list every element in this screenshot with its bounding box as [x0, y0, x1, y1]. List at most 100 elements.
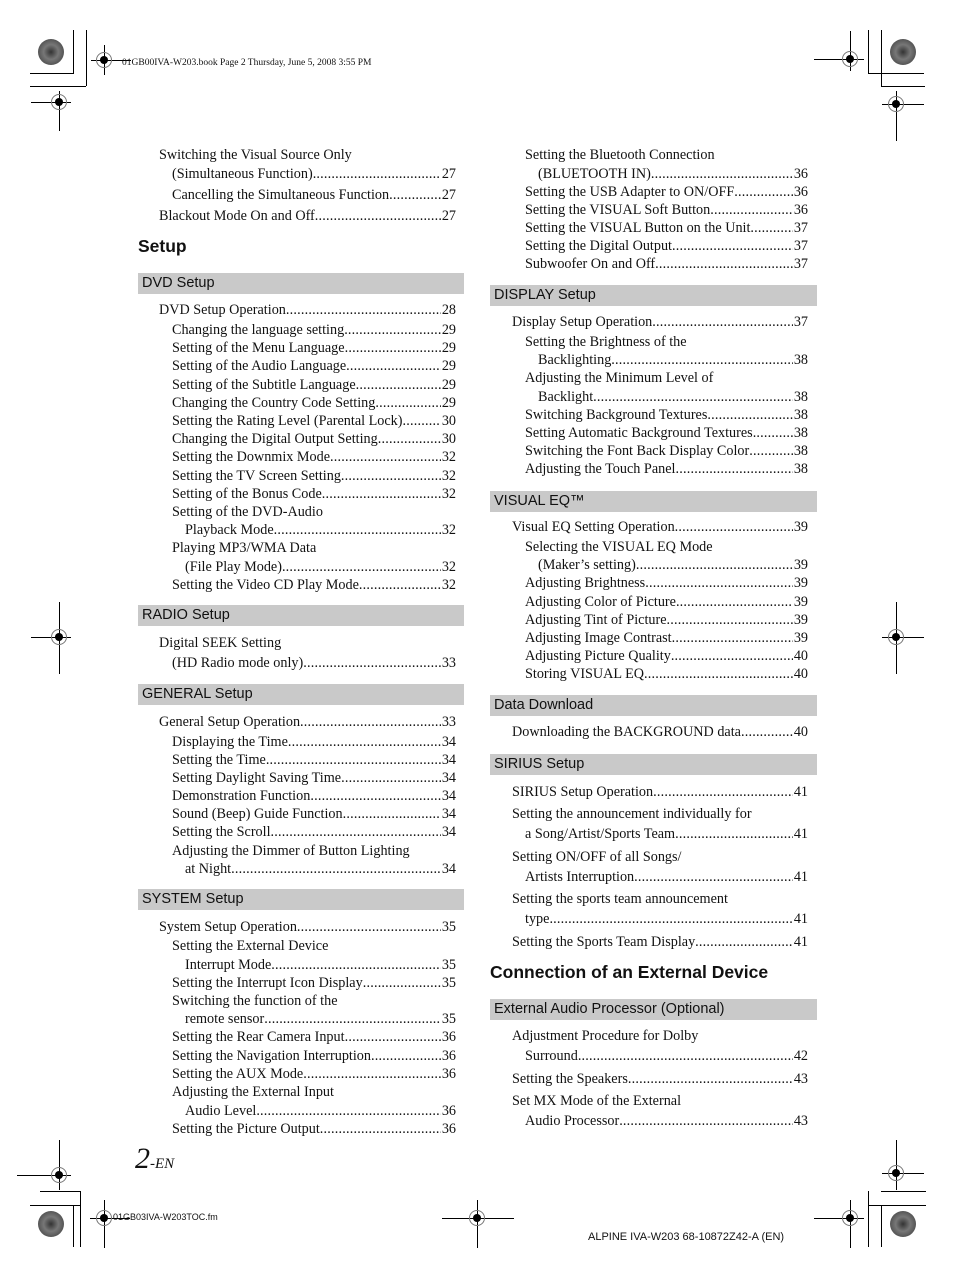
toc-entry[interactable]: Setting the announcement individually fo… — [512, 805, 808, 823]
toc-entry[interactable]: Switching the Font Back Display Color 38 — [525, 442, 808, 460]
toc-entry[interactable]: Setting the Sports Team Display 41 — [512, 933, 808, 951]
toc-entry[interactable]: Changing the language setting 29 — [172, 321, 456, 339]
toc-entry-page: 34 — [441, 861, 456, 877]
toc-entry-title: Adjusting Brightness — [525, 575, 646, 591]
toc-entry[interactable]: Setting the Time 34 — [172, 751, 456, 769]
toc-entry[interactable]: Blackout Mode On and Off 27 — [159, 207, 456, 225]
toc-entry[interactable]: Setting the VISUAL Soft Button 36 — [525, 201, 808, 219]
toc-entry[interactable]: a Song/Artist/Sports Team 41 — [525, 825, 808, 843]
toc-entry[interactable]: Demonstration Function 34 — [172, 787, 456, 805]
dot-leader — [313, 165, 441, 183]
toc-entry[interactable]: Switching Background Textures 38 — [525, 406, 808, 424]
toc-entry[interactable]: Selecting the VISUAL EQ Mode — [525, 538, 808, 556]
toc-entry[interactable]: Adjusting Picture Quality 40 — [525, 647, 808, 665]
toc-entry[interactable]: Audio Level 36 — [185, 1102, 456, 1120]
toc-entry[interactable]: Storing VISUAL EQ 40 — [525, 665, 808, 683]
toc-entry[interactable]: Setting Daylight Saving Time 34 — [172, 769, 456, 787]
toc-entry[interactable]: Setting the Interrupt Icon Display 35 — [172, 974, 456, 992]
toc-entry[interactable]: Subwoofer On and Off 37 — [525, 255, 808, 273]
toc-entry[interactable]: Display Setup Operation 37 — [512, 313, 808, 331]
dot-leader — [713, 538, 808, 556]
toc-entry[interactable]: Setting the Downmix Mode 32 — [172, 448, 456, 466]
toc-entry[interactable]: Setting the Speakers 43 — [512, 1070, 808, 1088]
toc-entry[interactable]: Visual EQ Setting Operation 39 — [512, 518, 808, 536]
toc-entry[interactable]: Cancelling the Simultaneous Function 27 — [172, 186, 456, 204]
toc-entry[interactable]: Downloading the BACKGROUND data 40 — [512, 723, 808, 741]
toc-entry[interactable]: Setting the Rear Camera Input 36 — [172, 1028, 456, 1046]
toc-entry[interactable]: at Night 34 — [185, 860, 456, 878]
toc-entry[interactable]: Switching the function of the — [172, 992, 456, 1010]
toc-entry[interactable]: Displaying the Time 34 — [172, 733, 456, 751]
toc-entry[interactable]: DVD Setup Operation 28 — [159, 301, 456, 319]
toc-entry-title: Setting of the Subtitle Language — [172, 377, 356, 393]
toc-entry[interactable]: Setting of the Bonus Code 32 — [172, 485, 456, 503]
toc-entry[interactable]: Adjusting the Touch Panel 38 — [525, 460, 808, 478]
toc-entry[interactable]: Audio Processor 43 — [525, 1112, 808, 1130]
dot-leader — [549, 910, 792, 928]
toc-entry[interactable]: Setting the AUX Mode 36 — [172, 1065, 456, 1083]
toc-entry[interactable]: Adjusting Image Contrast 39 — [525, 629, 808, 647]
toc-entry[interactable]: Sound (Beep) Guide Function 34 — [172, 805, 456, 823]
toc-entry[interactable]: Setting ON/OFF of all Songs/ — [512, 848, 808, 866]
toc-entry[interactable]: Adjusting Color of Picture 39 — [525, 593, 808, 611]
toc-entry[interactable]: Adjusting the Minimum Level of — [525, 369, 808, 387]
subsection-band-visual-eq: VISUAL EQ™ — [490, 491, 817, 512]
toc-entry[interactable]: Setting the Bluetooth Connection — [525, 146, 808, 164]
toc-entry[interactable]: Adjustment Procedure for Dolby — [512, 1027, 808, 1045]
toc-entry[interactable]: (Maker’s setting) 39 — [538, 556, 808, 574]
toc-entry[interactable]: Backlight 38 — [538, 388, 808, 406]
toc-entry[interactable]: Backlighting 38 — [538, 351, 808, 369]
toc-entry[interactable]: Playback Mode 32 — [185, 521, 456, 539]
toc-entry[interactable]: Changing the Country Code Setting 29 — [172, 394, 456, 412]
toc-entry[interactable]: Setting of the DVD-Audio — [172, 503, 456, 521]
toc-entry[interactable]: Setting the Navigation Interruption 36 — [172, 1047, 456, 1065]
dot-leader — [256, 1102, 441, 1120]
toc-entry-title: (Maker’s setting) — [538, 557, 636, 573]
toc-entry[interactable]: Setting the TV Screen Setting 32 — [172, 467, 456, 485]
subsection-band-external-audio-processor: External Audio Processor (Optional) — [490, 999, 817, 1020]
toc-entry[interactable]: Setting the Digital Output 37 — [525, 237, 808, 255]
toc-entry[interactable]: Setting of the Subtitle Language 29 — [172, 376, 456, 394]
toc-entry[interactable]: System Setup Operation 35 — [159, 918, 456, 936]
toc-entry[interactable]: Changing the Digital Output Setting 30 — [172, 430, 456, 448]
toc-entry[interactable]: Setting the Rating Level (Parental Lock)… — [172, 412, 456, 430]
toc-entry-page: 27 — [441, 208, 456, 224]
toc-entry[interactable]: (Simultaneous Function) 27 — [172, 165, 456, 183]
toc-entry[interactable]: SIRIUS Setup Operation 41 — [512, 783, 808, 801]
toc-entry[interactable]: Setting of the Menu Language 29 — [172, 339, 456, 357]
toc-entry[interactable]: type 41 — [525, 910, 808, 928]
toc-entry[interactable]: Setting the Picture Output 36 — [172, 1120, 456, 1138]
toc-entry[interactable]: General Setup Operation 33 — [159, 713, 456, 731]
crop-line — [881, 86, 925, 87]
toc-entry[interactable]: Adjusting Tint of Picture 39 — [525, 611, 808, 629]
toc-entry[interactable]: Digital SEEK Setting — [159, 634, 456, 652]
toc-entry[interactable]: Setting the Brightness of the — [525, 333, 808, 351]
toc-entry[interactable]: Adjusting the External Input — [172, 1083, 456, 1101]
toc-entry-page: 41 — [793, 934, 808, 950]
toc-entry[interactable]: Setting the Video CD Play Mode 32 — [172, 576, 456, 594]
toc-entry-page: 34 — [441, 788, 456, 804]
toc-entry[interactable]: Adjusting Brightness 39 — [525, 574, 808, 592]
toc-entry[interactable]: Setting of the Audio Language 29 — [172, 357, 456, 375]
toc-entry[interactable]: Setting the sports team announcement — [512, 890, 808, 908]
toc-entry[interactable]: Setting the Scroll 34 — [172, 823, 456, 841]
toc-entry[interactable]: Setting Automatic Background Textures 38 — [525, 424, 808, 442]
toc-entry[interactable]: Playing MP3/WMA Data — [172, 539, 456, 557]
toc-entry[interactable]: Surround 42 — [525, 1047, 808, 1065]
toc-entry[interactable]: Setting the VISUAL Button on the Unit 37 — [525, 219, 808, 237]
toc-entry[interactable]: Adjusting the Dimmer of Button Lighting — [172, 842, 456, 860]
toc-entry[interactable]: Artists Interruption 41 — [525, 868, 808, 886]
toc-entry[interactable]: (BLUETOOTH IN) 36 — [538, 165, 808, 183]
toc-entry[interactable]: Set MX Mode of the External — [512, 1092, 808, 1110]
toc-entry[interactable]: Setting the External Device — [172, 937, 456, 955]
toc-entry[interactable]: (File Play Mode) 32 — [185, 558, 456, 576]
toc-entry-page: 43 — [793, 1113, 808, 1129]
toc-entry-title: Backlighting — [538, 352, 612, 368]
crop-line — [80, 1191, 81, 1247]
toc-entry[interactable]: Setting the USB Adapter to ON/OFF 36 — [525, 183, 808, 201]
toc-entry[interactable]: Switching the Visual Source Only — [159, 146, 456, 164]
dot-leader — [645, 574, 793, 592]
toc-entry[interactable]: remote sensor 35 — [185, 1010, 456, 1028]
toc-entry[interactable]: (HD Radio mode only) 33 — [172, 654, 456, 672]
toc-entry[interactable]: Interrupt Mode 35 — [185, 956, 456, 974]
